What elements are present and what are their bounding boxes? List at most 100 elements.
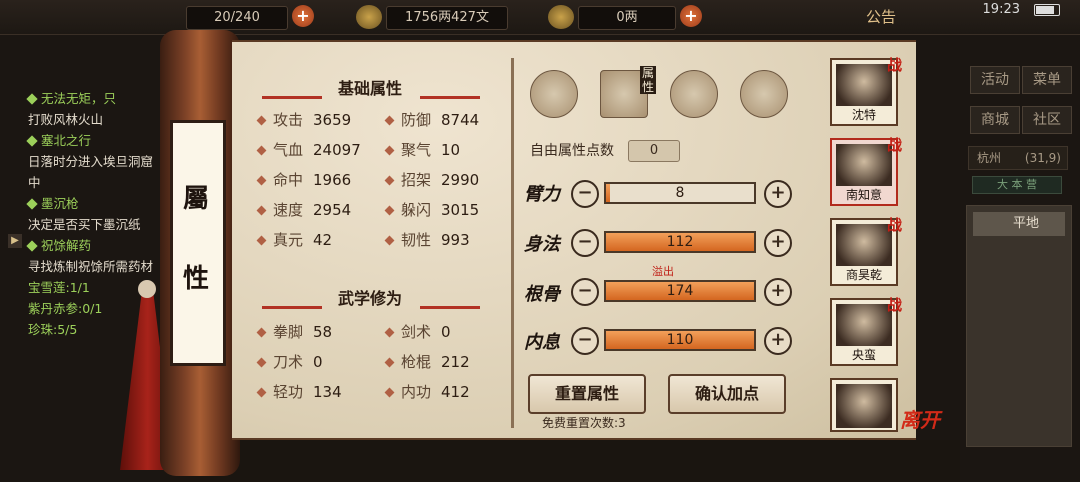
quest-desc: 日落时分进入埃旦洞窟中 bbox=[28, 154, 154, 190]
menu-button[interactable]: 菜单 bbox=[1022, 66, 1072, 94]
quest-desc: 决定是否买下墨沉纸 bbox=[28, 217, 141, 232]
member-name: 沈特 bbox=[832, 106, 896, 124]
scroll-title-plate bbox=[170, 120, 226, 366]
clock: 19:23 bbox=[982, 2, 1020, 17]
free-reset-count: 免费重置次数:3 bbox=[542, 416, 626, 430]
attr-value: 174 bbox=[666, 283, 694, 299]
leave-button[interactable]: 离开 bbox=[900, 404, 940, 433]
expand-arrow-icon[interactable]: ▶ bbox=[8, 234, 22, 248]
attr-value: 8 bbox=[675, 185, 685, 201]
attr-bar: 110 bbox=[604, 329, 756, 351]
diamond-icon bbox=[26, 198, 38, 210]
party-member[interactable]: 南知意 战 bbox=[830, 136, 902, 206]
stat-dodge: 躲闪 3015 bbox=[384, 200, 479, 220]
decrease-button[interactable]: − bbox=[571, 180, 599, 208]
add-stamina-button[interactable]: + bbox=[292, 5, 314, 27]
activity-button[interactable]: 活动 bbox=[970, 66, 1020, 94]
quest-desc: 打败风林火山 bbox=[28, 112, 104, 127]
increase-button[interactable]: + bbox=[764, 180, 792, 208]
increase-button[interactable]: + bbox=[764, 278, 792, 306]
decrease-button[interactable]: − bbox=[571, 278, 599, 306]
money-display: 1756两427文 bbox=[386, 6, 508, 30]
stat-hit: 命中 1966 bbox=[256, 170, 351, 190]
party-member[interactable]: 央蛮 战 bbox=[830, 296, 902, 366]
shop-button[interactable]: 商城 bbox=[970, 106, 1020, 134]
party-member[interactable]: 商昊乾 战 bbox=[830, 216, 902, 286]
member-name: 南知意 bbox=[832, 186, 896, 204]
attr-bar: 112 bbox=[604, 231, 756, 253]
character-tab-icon[interactable] bbox=[530, 70, 578, 118]
battle-tag: 战 bbox=[886, 216, 902, 234]
diamond-icon bbox=[26, 240, 38, 252]
quest-title: 无法无矩，只 bbox=[41, 91, 117, 106]
scroll-title-char: 屬 bbox=[182, 184, 209, 214]
community-button[interactable]: 社区 bbox=[1022, 106, 1072, 134]
stat-defense: 防御 8744 bbox=[384, 110, 479, 130]
gold-icon bbox=[548, 5, 574, 29]
city-name: 杭州 bbox=[977, 151, 1002, 165]
confirm-points-button[interactable]: 确认加点 bbox=[668, 374, 786, 414]
portrait bbox=[836, 144, 892, 188]
section-ornament bbox=[420, 96, 480, 99]
bagua-tab-icon[interactable] bbox=[670, 70, 718, 118]
battle-tag: 战 bbox=[886, 56, 902, 74]
battery-icon bbox=[1034, 4, 1060, 16]
party-member[interactable]: 沈特 战 bbox=[830, 56, 902, 126]
stat-speed: 速度 2954 bbox=[256, 200, 351, 220]
quest-title: 塞北之行 bbox=[41, 133, 92, 148]
member-name: 商昊乾 bbox=[832, 266, 896, 284]
panel-divider bbox=[511, 58, 514, 428]
scroll-title-char: 性 bbox=[182, 264, 209, 294]
meridian-tab-icon[interactable] bbox=[740, 70, 788, 118]
portrait bbox=[836, 224, 892, 268]
attr-value: 110 bbox=[666, 332, 694, 348]
stat-essence: 真元 42 bbox=[256, 230, 332, 250]
battle-tag: 战 bbox=[886, 296, 902, 314]
stat-parry: 招架 2990 bbox=[384, 170, 479, 190]
stat-fist: 拳脚 58 bbox=[256, 322, 332, 342]
attr-bar: 8 bbox=[604, 182, 756, 204]
battle-tag: 战 bbox=[886, 136, 902, 154]
basic-section-title: 基础属性 bbox=[337, 79, 402, 98]
stat-inner: 内功 412 bbox=[384, 382, 470, 402]
attr-name: 内息 bbox=[524, 332, 560, 353]
member-name: 央蛮 bbox=[832, 346, 896, 364]
portrait bbox=[836, 304, 892, 348]
decrease-button[interactable]: − bbox=[571, 229, 599, 257]
free-points-value: 0 bbox=[628, 140, 680, 162]
attr-name: 身法 bbox=[524, 234, 560, 255]
notice-button[interactable]: 公告 bbox=[866, 6, 896, 27]
mode-pill[interactable]: 大 本 营 bbox=[972, 176, 1062, 194]
section-ornament bbox=[420, 306, 480, 309]
portrait bbox=[836, 384, 892, 428]
location-bar: 杭州 (31,9) bbox=[968, 146, 1068, 170]
coords: (31,9) bbox=[1024, 151, 1061, 165]
stat-toughness: 韧性 993 bbox=[384, 230, 470, 250]
attr-value: 112 bbox=[666, 234, 694, 250]
attr-name: 根骨 bbox=[524, 284, 560, 305]
quest-title: 墨沉枪 bbox=[41, 196, 79, 211]
attr-bar: 174 bbox=[604, 280, 756, 302]
reset-attributes-button[interactable]: 重置属性 bbox=[528, 374, 646, 414]
diamond-icon bbox=[26, 93, 38, 105]
top-bar: 20/240 + 1756两427文 0两 + 公告 19:23 bbox=[0, 0, 1080, 35]
tassel-knot bbox=[138, 280, 156, 298]
add-gold-button[interactable]: + bbox=[680, 5, 702, 27]
martial-section-title: 武学修为 bbox=[337, 289, 402, 308]
stat-attack: 攻击 3659 bbox=[256, 110, 351, 130]
increase-button[interactable]: + bbox=[764, 229, 792, 257]
stat-lightness: 轻功 134 bbox=[256, 382, 342, 402]
increase-button[interactable]: + bbox=[764, 327, 792, 355]
quest-desc: 寻找炼制祝馀所需药材 bbox=[28, 259, 154, 274]
overflow-label: 溢出 bbox=[652, 265, 674, 278]
quest-title: 祝馀解药 bbox=[41, 238, 92, 253]
stat-blade: 刀术 0 bbox=[256, 352, 323, 372]
money-icon bbox=[356, 5, 382, 29]
bottom-bar bbox=[160, 440, 960, 482]
free-points-label: 自由属性点数 bbox=[530, 143, 614, 159]
decrease-button[interactable]: − bbox=[571, 327, 599, 355]
attribute-tab-label: 属性 bbox=[640, 66, 656, 94]
party-member[interactable] bbox=[830, 378, 898, 432]
stat-hp: 气血 24097 bbox=[256, 140, 361, 160]
stat-gather: 聚气 10 bbox=[384, 140, 460, 160]
